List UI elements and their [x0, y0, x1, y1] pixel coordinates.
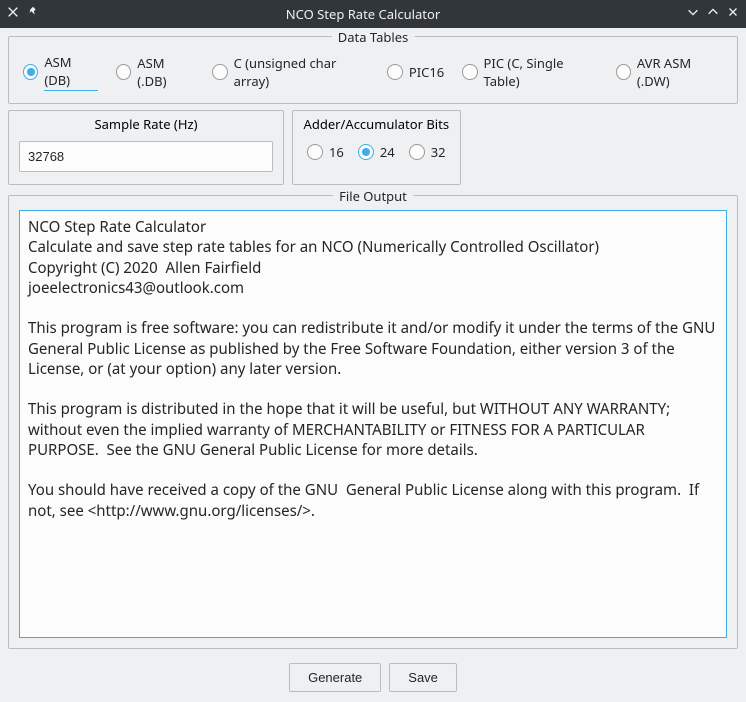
bits-option-label: 32 [431, 143, 446, 161]
data-tables-option-label: ASM (.DB) [137, 54, 194, 90]
file-output-text[interactable]: NCO Step Rate Calculator Calculate and s… [19, 210, 727, 638]
bits-option[interactable]: 16 [307, 143, 344, 161]
titlebar: NCO Step Rate Calculator [0, 0, 746, 28]
data-tables-radio[interactable] [23, 64, 38, 80]
close-icon[interactable] [726, 5, 740, 23]
file-output-legend: File Output [333, 187, 413, 205]
data-tables-radio[interactable] [116, 64, 131, 80]
data-tables-option[interactable]: PIC16 [387, 63, 444, 81]
data-tables-option[interactable]: ASM (DB) [23, 53, 98, 91]
sample-rate-legend: Sample Rate (Hz) [95, 115, 198, 133]
app-menu-icon[interactable] [6, 5, 20, 23]
bits-radio[interactable] [409, 144, 425, 160]
button-row: Generate Save [8, 655, 738, 694]
data-tables-option-label: PIC16 [409, 63, 444, 81]
data-tables-radio[interactable] [387, 64, 403, 80]
sample-rate-input[interactable] [19, 141, 273, 172]
bits-options: 16 24 32 [303, 141, 450, 163]
bits-radio[interactable] [358, 144, 374, 160]
minimize-icon[interactable] [686, 5, 700, 23]
data-tables-options: ASM (DB) ASM (.DB) C (unsigned char array)… [19, 51, 727, 93]
pin-icon[interactable] [26, 5, 40, 23]
data-tables-group: Data Tables ASM (DB)ASM (.DB)C (unsigned… [8, 36, 738, 104]
bits-option[interactable]: 24 [358, 143, 395, 161]
bits-option-label: 16 [329, 143, 344, 161]
file-output-group: File Output NCO Step Rate Calculator Cal… [8, 195, 738, 649]
bits-radio[interactable] [307, 144, 323, 160]
window-title: NCO Step Rate Calculator [40, 5, 686, 23]
bits-option-label: 24 [380, 143, 395, 161]
data-tables-radio[interactable] [616, 64, 631, 80]
window-body: Data Tables ASM (DB) ASM (.DB) C (unsigned… [0, 28, 746, 702]
data-tables-option-label: C (unsigned char array) [234, 54, 369, 90]
data-tables-option-label: PIC (C, Single Table) [484, 54, 598, 90]
data-tables-option[interactable]: C (unsigned char array) [212, 54, 369, 90]
generate-button[interactable]: Generate [289, 663, 381, 692]
bits-option[interactable]: 32 [409, 143, 446, 161]
data-tables-legend: Data Tables [332, 28, 415, 46]
data-tables-option[interactable]: AVR ASM (.DW) [616, 54, 723, 90]
data-tables-radio[interactable] [462, 64, 477, 80]
data-tables-option-label: ASM (DB) [44, 53, 98, 91]
bits-group: Adder/Accumulator Bits 16 24 32 [292, 110, 461, 185]
data-tables-radio[interactable] [212, 64, 227, 80]
bits-legend: Adder/Accumulator Bits [304, 115, 450, 133]
data-tables-option[interactable]: PIC (C, Single Table) [462, 54, 597, 90]
maximize-icon[interactable] [706, 5, 720, 23]
sample-rate-group: Sample Rate (Hz) [8, 110, 284, 185]
data-tables-option[interactable]: ASM (.DB) [116, 54, 194, 90]
save-button[interactable]: Save [389, 663, 457, 692]
data-tables-option-label: AVR ASM (.DW) [637, 54, 723, 90]
